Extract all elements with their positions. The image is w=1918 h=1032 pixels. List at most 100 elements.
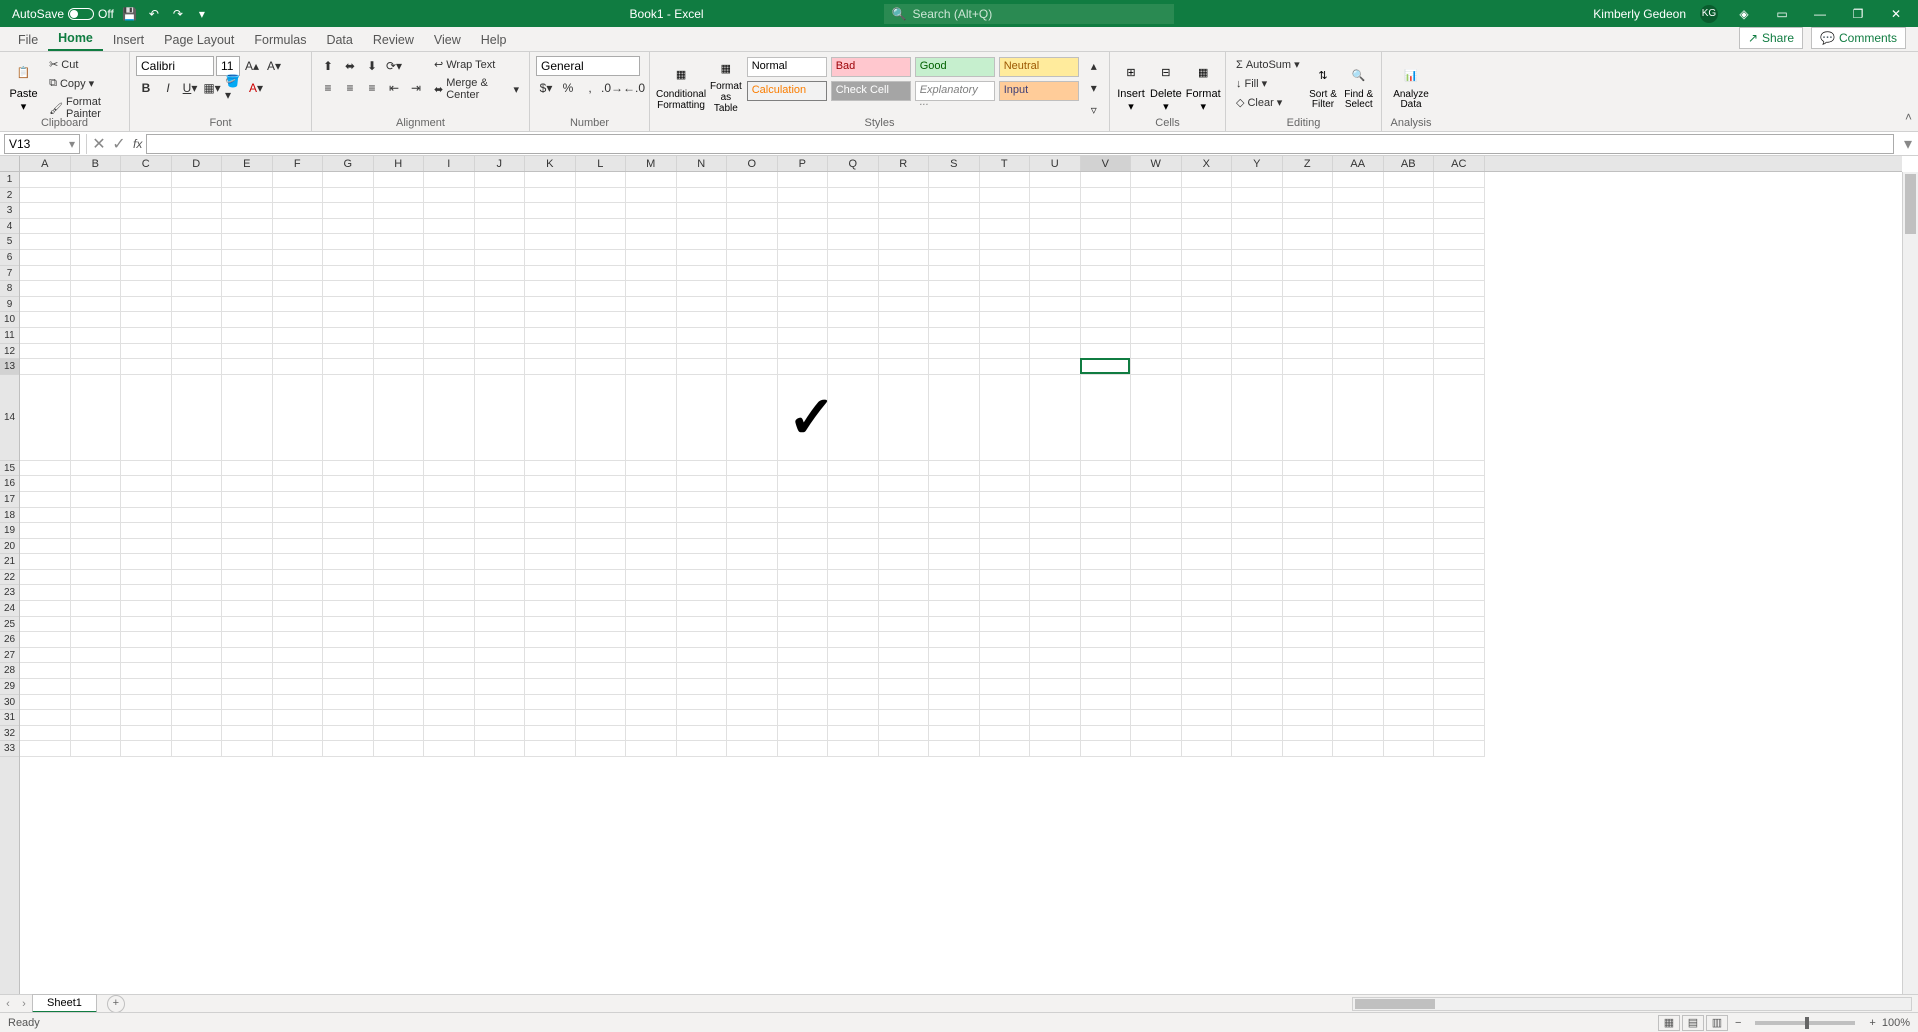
cell[interactable] (727, 188, 778, 204)
align-right-icon[interactable]: ≡ (362, 78, 382, 98)
cell[interactable] (677, 663, 728, 679)
cell[interactable] (778, 663, 829, 679)
cell[interactable] (1384, 312, 1435, 328)
cell[interactable] (980, 663, 1031, 679)
cell[interactable] (1434, 648, 1485, 664)
cell[interactable] (576, 710, 627, 726)
cell[interactable] (1131, 203, 1182, 219)
row-header[interactable]: 7 (0, 266, 19, 282)
cell[interactable] (424, 695, 475, 711)
cell[interactable] (828, 281, 879, 297)
cell[interactable] (20, 312, 71, 328)
cell[interactable] (576, 359, 627, 375)
cell[interactable] (71, 508, 122, 524)
cell[interactable] (424, 523, 475, 539)
cell[interactable] (727, 250, 778, 266)
cell[interactable] (677, 617, 728, 633)
cell[interactable] (626, 617, 677, 633)
cell[interactable] (323, 266, 374, 282)
cell[interactable] (727, 554, 778, 570)
cell[interactable] (71, 570, 122, 586)
cell[interactable] (525, 679, 576, 695)
cell[interactable] (1384, 648, 1435, 664)
cell[interactable] (727, 523, 778, 539)
cell[interactable] (677, 539, 728, 555)
cell[interactable] (20, 648, 71, 664)
cell[interactable] (475, 266, 526, 282)
cell[interactable] (1232, 726, 1283, 742)
cell[interactable] (677, 461, 728, 477)
cell[interactable] (727, 617, 778, 633)
cell[interactable] (525, 234, 576, 250)
cell[interactable] (71, 281, 122, 297)
cell[interactable] (424, 632, 475, 648)
cell[interactable] (1182, 172, 1233, 188)
cell[interactable] (677, 492, 728, 508)
undo-icon[interactable]: ↶ (146, 6, 162, 22)
cell[interactable] (1232, 375, 1283, 461)
column-header[interactable]: U (1030, 156, 1081, 171)
cell[interactable] (1030, 359, 1081, 375)
zoom-level[interactable]: 100% (1882, 1017, 1910, 1029)
cell[interactable] (1434, 585, 1485, 601)
cell[interactable] (1182, 710, 1233, 726)
cell[interactable] (323, 617, 374, 633)
cell[interactable] (1283, 492, 1334, 508)
column-header[interactable]: L (576, 156, 627, 171)
cell[interactable] (1434, 663, 1485, 679)
comma-icon[interactable]: , (580, 78, 600, 98)
fx-icon[interactable]: fx (133, 137, 142, 151)
cell[interactable] (1131, 328, 1182, 344)
cell[interactable] (323, 741, 374, 757)
cell[interactable] (1384, 570, 1435, 586)
cell[interactable] (273, 632, 324, 648)
column-header[interactable]: J (475, 156, 526, 171)
cell[interactable] (626, 741, 677, 757)
cell[interactable] (1434, 203, 1485, 219)
cell[interactable] (980, 297, 1031, 313)
cell[interactable] (1030, 710, 1081, 726)
cell[interactable] (1434, 328, 1485, 344)
cell[interactable] (1283, 554, 1334, 570)
cell[interactable] (879, 585, 930, 601)
column-header[interactable]: P (778, 156, 829, 171)
cell[interactable] (1283, 203, 1334, 219)
cell[interactable] (121, 617, 172, 633)
cell[interactable] (626, 663, 677, 679)
cell[interactable] (1081, 710, 1132, 726)
cell[interactable] (828, 570, 879, 586)
cell[interactable] (1384, 741, 1435, 757)
cell[interactable] (1081, 492, 1132, 508)
cell[interactable] (1434, 250, 1485, 266)
cell[interactable] (1283, 539, 1334, 555)
cell[interactable] (677, 741, 728, 757)
user-name[interactable]: Kimberly Gedeon (1593, 7, 1686, 21)
tab-file[interactable]: File (8, 29, 48, 51)
cell[interactable] (1434, 601, 1485, 617)
cell[interactable] (677, 632, 728, 648)
cell[interactable] (576, 461, 627, 477)
cell[interactable] (929, 648, 980, 664)
cell[interactable] (323, 203, 374, 219)
cell[interactable] (828, 679, 879, 695)
cell[interactable] (727, 476, 778, 492)
cell[interactable] (929, 695, 980, 711)
cell[interactable] (1182, 554, 1233, 570)
cell[interactable] (475, 203, 526, 219)
cell[interactable] (71, 617, 122, 633)
cell[interactable] (879, 617, 930, 633)
borders-button[interactable]: ▦▾ (202, 78, 222, 98)
cell[interactable] (1384, 695, 1435, 711)
cell[interactable] (222, 539, 273, 555)
cell[interactable] (1182, 461, 1233, 477)
cell[interactable] (424, 585, 475, 601)
close-icon[interactable]: ✕ (1884, 2, 1908, 26)
cell[interactable] (626, 219, 677, 235)
cell[interactable] (1384, 710, 1435, 726)
cell[interactable] (778, 312, 829, 328)
cell[interactable] (727, 461, 778, 477)
cell[interactable] (222, 710, 273, 726)
cell[interactable] (1384, 219, 1435, 235)
cell[interactable] (576, 695, 627, 711)
cell[interactable] (273, 172, 324, 188)
